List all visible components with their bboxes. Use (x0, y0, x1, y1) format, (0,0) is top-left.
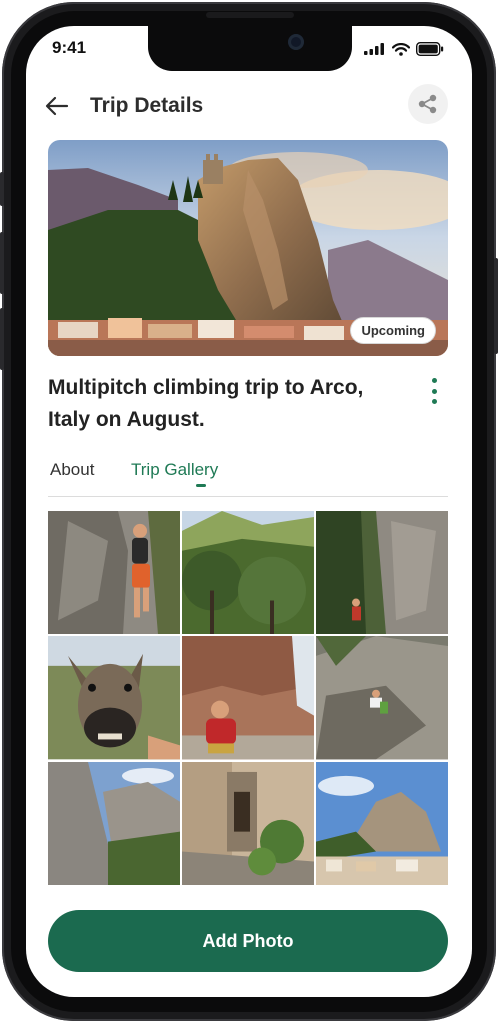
photo-gallery (48, 511, 448, 885)
back-button[interactable] (44, 94, 70, 118)
battery-icon (416, 42, 444, 56)
village-alley-photo (182, 761, 314, 885)
volume-down-button (0, 308, 4, 370)
status-icons (364, 42, 444, 56)
gallery-photo[interactable] (182, 636, 314, 760)
status-time: 9:41 (52, 38, 87, 57)
speaker-grille (206, 12, 294, 18)
gallery-photo[interactable] (48, 636, 180, 760)
camera-icon (288, 34, 304, 50)
gallery-photo[interactable] (48, 761, 180, 885)
mountain-valley-trees-photo (182, 511, 314, 635)
more-options-button[interactable] (430, 378, 438, 404)
rock-cliff-blue-sky-photo (48, 761, 180, 885)
gallery-photo[interactable] (48, 511, 180, 635)
gallery-photo[interactable] (316, 636, 448, 760)
climber-on-rock-wall-photo (48, 511, 180, 635)
page-title: Trip Details (90, 94, 204, 117)
dot-icon (431, 388, 437, 394)
gallery-photo[interactable] (182, 761, 314, 885)
app-screen: 9:41 Trip Details Upcoming Multipitch cl… (26, 26, 472, 997)
climber-in-rock-corridor-photo (316, 511, 448, 635)
cellular-signal-icon (364, 43, 384, 55)
gallery-photo[interactable] (316, 511, 448, 635)
share-icon (418, 94, 437, 114)
add-photo-button[interactable]: Add Photo (48, 910, 448, 972)
share-button[interactable] (408, 84, 448, 124)
arrow-left-icon (45, 96, 69, 116)
donkey-closeup-photo (48, 636, 180, 760)
trip-hero-image: Upcoming (48, 140, 448, 356)
trip-title: Multipitch climbing trip to Arco, Italy … (48, 376, 364, 431)
notch (148, 26, 352, 71)
status-badge: Upcoming (350, 317, 436, 344)
tab-bar: About Trip Gallery (48, 456, 448, 497)
active-tab-indicator (196, 484, 206, 487)
tab-trip-gallery[interactable]: Trip Gallery (131, 460, 218, 480)
volume-up-button (0, 232, 4, 294)
mute-switch (0, 172, 4, 206)
app-header: Trip Details (26, 84, 472, 128)
dot-icon (431, 378, 437, 383)
gallery-photo[interactable] (182, 511, 314, 635)
person-in-red-jacket-photo (182, 636, 314, 760)
power-button (494, 258, 498, 354)
dot-icon (431, 399, 437, 404)
climber-on-slab-photo (316, 636, 448, 760)
tab-about[interactable]: About (50, 460, 94, 480)
gallery-photo[interactable] (316, 761, 448, 885)
village-under-cliff-photo (316, 761, 448, 885)
wifi-icon (392, 42, 410, 56)
